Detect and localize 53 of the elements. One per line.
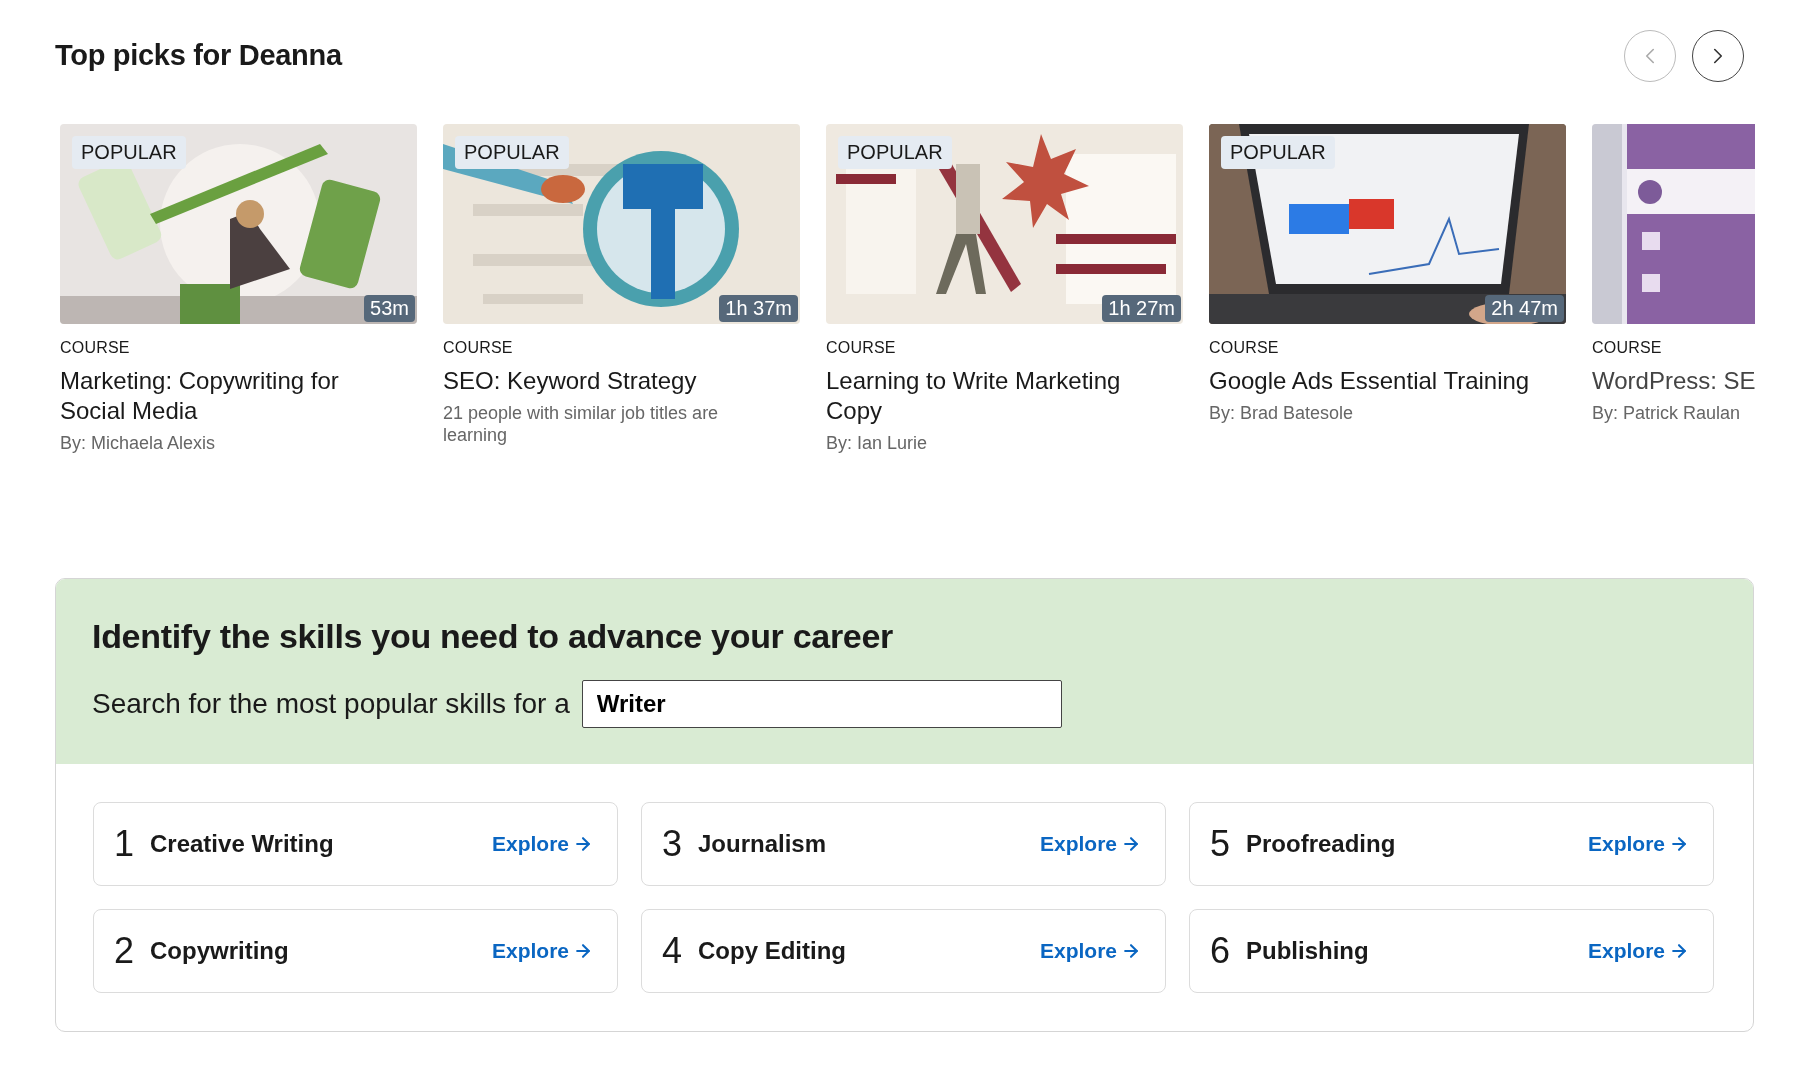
job-title-field[interactable]: Writer xyxy=(581,680,1062,728)
content-type: COURSE xyxy=(1209,339,1280,357)
content-type: COURSE xyxy=(60,339,131,357)
arrow-right-icon xyxy=(573,834,593,854)
explore-link[interactable]: Explore xyxy=(491,939,593,963)
skill-name: Copywriting xyxy=(150,937,290,965)
content-type: COURSE xyxy=(1592,339,1663,357)
explore-link[interactable]: Explore xyxy=(491,832,593,856)
section-title: Top picks for Deanna xyxy=(55,38,342,72)
skill-rank: 1 xyxy=(113,823,135,865)
course-title[interactable]: Google Ads Essential Training xyxy=(1209,366,1539,396)
arrow-right-icon xyxy=(573,941,593,961)
skill-name: Journalism xyxy=(698,830,828,858)
course-author: By: Patrick Raulan xyxy=(1592,402,1742,424)
course-card[interactable]: COURSE WordPress: SE By: Patrick Raulan xyxy=(1592,124,1755,454)
course-title[interactable]: WordPress: SE xyxy=(1592,366,1755,396)
course-title[interactable]: Learning to Write Marketing Copy xyxy=(826,366,1156,426)
duration-badge: 2h 47m xyxy=(1485,295,1564,322)
popular-badge: POPULAR xyxy=(455,136,569,169)
next-button[interactable] xyxy=(1692,30,1744,82)
course-card[interactable]: POPULAR 1h 27m COURSE Learning to Write Marketing Copy By: Ian Lurie xyxy=(826,124,1183,454)
skill-rank: 3 xyxy=(661,823,683,865)
social-proof: 21 people with similar job titles are learning xyxy=(443,402,720,446)
duration-badge: 53m xyxy=(364,295,415,322)
course-title[interactable]: SEO: Keyword Strategy xyxy=(443,366,773,396)
content-type: COURSE xyxy=(826,339,897,357)
skill-name: Copy Editing xyxy=(698,937,847,965)
skill-name: Proofreading xyxy=(1246,830,1397,858)
popular-badge: POPULAR xyxy=(838,136,952,169)
skill-name: Publishing xyxy=(1246,937,1370,965)
skill-rank: 4 xyxy=(661,930,683,972)
skill-rank: 6 xyxy=(1209,930,1231,972)
course-author: By: Ian Lurie xyxy=(826,432,929,454)
explore-link[interactable]: Explore xyxy=(1039,939,1141,963)
course-card[interactable]: POPULAR 2h 47m COURSE Google Ads Essential Training By: Brad Batesole xyxy=(1209,124,1566,454)
content-type: COURSE xyxy=(443,339,514,357)
popular-badge: POPULAR xyxy=(1221,136,1335,169)
search-label: Search for the most popular skills for a xyxy=(92,688,570,720)
skill-rank: 5 xyxy=(1209,823,1231,865)
course-card[interactable]: POPULAR 53m COURSE Marketing: Copywriting for Social Media By: Michaela Alexis xyxy=(60,124,417,454)
skill-name: Creative Writing xyxy=(150,830,335,858)
course-title[interactable]: Marketing: Copywriting for Social Media xyxy=(60,366,390,426)
duration-badge: 1h 27m xyxy=(1102,295,1181,322)
course-card[interactable]: POPULAR 1h 37m COURSE SEO: Keyword Strategy 21 people with similar job titles are learning xyxy=(443,124,800,454)
explore-link[interactable]: Explore xyxy=(1039,832,1141,856)
duration-badge: 1h 37m xyxy=(719,295,798,322)
skill-rank: 2 xyxy=(113,930,135,972)
popular-badge: POPULAR xyxy=(72,136,186,169)
panel-heading: Identify the skills you need to advance your career xyxy=(92,617,894,656)
explore-link[interactable]: Explore xyxy=(1587,832,1689,856)
course-author: By: Michaela Alexis xyxy=(60,432,217,454)
course-author: By: Brad Batesole xyxy=(1209,402,1355,424)
explore-link[interactable]: Explore xyxy=(1587,939,1689,963)
